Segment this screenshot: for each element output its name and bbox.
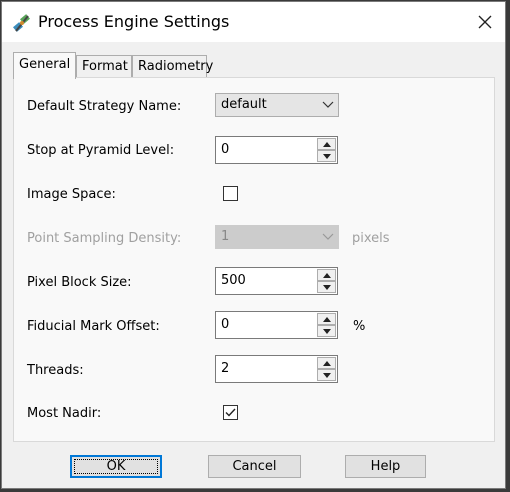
pyramid-value: 0 xyxy=(221,142,230,157)
arrow-down-icon xyxy=(322,372,331,378)
block-size-label: Pixel Block Size: xyxy=(27,275,132,290)
fiducial-increment-button[interactable] xyxy=(317,313,336,325)
arrow-up-icon xyxy=(322,272,331,278)
sampling-select[interactable]: 1 xyxy=(215,225,339,249)
chevron-down-icon xyxy=(322,101,334,108)
fiducial-spinbox[interactable]: 0 xyxy=(215,311,338,339)
title-bar: Process Engine Settings xyxy=(2,2,505,42)
block-size-increment-button[interactable] xyxy=(317,269,336,281)
fiducial-label: Fiducial Mark Offset: xyxy=(27,319,160,334)
chevron-down-icon xyxy=(322,233,334,240)
close-button[interactable] xyxy=(465,2,505,42)
threads-value: 2 xyxy=(221,361,230,376)
pyramid-spinbox[interactable]: 0 xyxy=(215,136,338,164)
pyramid-label: Stop at Pyramid Level: xyxy=(27,143,175,158)
help-button-label: Help xyxy=(370,459,401,474)
arrow-up-icon xyxy=(322,316,331,322)
threads-label: Threads: xyxy=(27,363,84,378)
close-icon xyxy=(478,15,492,29)
satellite-icon xyxy=(13,14,30,32)
focus-rectangle xyxy=(74,459,158,474)
pyramid-increment-button[interactable] xyxy=(317,138,336,150)
tab-radiometry[interactable]: Radiometry xyxy=(132,55,213,77)
block-size-spinbox[interactable]: 500 xyxy=(215,267,338,295)
help-button[interactable]: Help xyxy=(345,455,426,478)
strategy-label: Default Strategy Name: xyxy=(27,99,182,114)
fiducial-decrement-button[interactable] xyxy=(317,325,336,337)
threads-increment-button[interactable] xyxy=(317,357,336,369)
tab-format[interactable]: Format xyxy=(76,55,132,77)
threads-decrement-button[interactable] xyxy=(317,369,336,381)
block-size-decrement-button[interactable] xyxy=(317,281,336,293)
window-title: Process Engine Settings xyxy=(38,12,230,31)
image-space-label: Image Space: xyxy=(27,187,116,202)
pyramid-decrement-button[interactable] xyxy=(317,150,336,162)
sampling-value: 1 xyxy=(221,229,230,244)
sampling-unit: pixels xyxy=(352,231,390,246)
ok-button[interactable]: OK xyxy=(70,455,162,478)
arrow-down-icon xyxy=(322,284,331,290)
sampling-label: Point Sampling Density: xyxy=(27,231,182,246)
checkmark-icon xyxy=(225,408,236,417)
arrow-up-icon xyxy=(322,360,331,366)
strategy-value: default xyxy=(221,97,267,112)
most-nadir-label: Most Nadir: xyxy=(27,406,102,421)
tab-general[interactable]: General xyxy=(13,52,76,79)
process-engine-settings-dialog: Process Engine Settings General Format R… xyxy=(1,1,506,489)
image-space-checkbox[interactable] xyxy=(223,186,238,201)
strategy-select[interactable]: default xyxy=(215,93,339,117)
arrow-up-icon xyxy=(322,141,331,147)
general-tab-panel: Default Strategy Name: default Stop at P… xyxy=(13,77,495,442)
cancel-button-label: Cancel xyxy=(232,459,277,474)
arrow-down-icon xyxy=(322,153,331,159)
arrow-down-icon xyxy=(322,328,331,334)
most-nadir-checkbox[interactable] xyxy=(223,405,238,420)
cancel-button[interactable]: Cancel xyxy=(208,455,301,478)
block-size-value: 500 xyxy=(221,273,246,288)
fiducial-unit: % xyxy=(353,319,366,334)
threads-spinbox[interactable]: 2 xyxy=(215,355,338,383)
fiducial-value: 0 xyxy=(221,317,230,332)
